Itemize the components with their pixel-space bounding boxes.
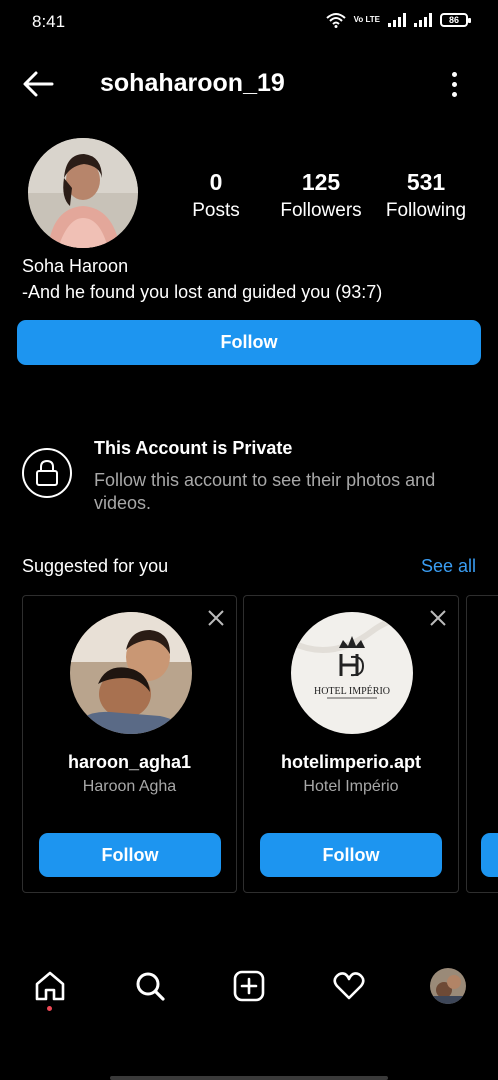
home-icon[interactable] [30,966,70,1006]
suggestion-username[interactable]: haroon_agha1 [23,752,236,773]
suggestion-full-name: Haroon Agha [82,778,177,795]
profile-tab-avatar [430,968,466,1004]
following-label: Following [385,200,467,221]
suggestion-avatar[interactable] [70,612,192,734]
followers-count: 125 [301,169,341,195]
suggestion-follow-button[interactable]: Follow [260,833,442,877]
profile-full-name: Soha Haroon [22,256,129,276]
signal-icon-1 [388,13,406,27]
search-icon[interactable] [130,966,170,1006]
suggestion-follow-button[interactable]: Follow [39,833,221,877]
add-post-icon[interactable] [229,966,269,1006]
battery-icon: 86 [440,13,471,27]
private-account-notice: This Account is Private Follow this acco… [22,438,482,518]
suggestion-card-partial[interactable] [466,595,498,893]
profile-tab[interactable] [428,966,468,1006]
suggestion-card[interactable]: haroon_agha1 Haroon Agha Follow [22,595,237,893]
signal-icon-2 [414,13,432,27]
suggested-title: Suggested for you [22,556,169,576]
suggestion-full-name: Hotel Império [303,778,399,795]
more-options-icon[interactable] [440,66,468,102]
activity-heart-icon[interactable] [329,966,369,1006]
suggestion-avatar[interactable]: HOTEL IMPÉRIO [291,612,413,734]
profile-header: sohaharoon_19 [0,58,498,110]
stat-followers[interactable]: 125 Followers [276,168,366,226]
suggestion-follow-button-partial[interactable] [481,833,498,877]
stat-posts: 0 Posts [176,168,256,226]
status-time: 8:41 [32,12,66,31]
status-bar: 8:41 Vo LTE 86 [0,0,498,44]
follow-button[interactable]: Follow [17,320,481,365]
bottom-nav [0,958,498,1018]
following-count: 531 [406,169,446,195]
back-arrow-icon[interactable] [20,66,56,102]
close-icon[interactable] [206,608,226,628]
close-icon[interactable] [428,608,448,628]
private-description: Follow this account to see their photos … [94,470,436,513]
see-all-link[interactable]: See all [421,556,476,577]
gesture-bar [110,1076,388,1080]
private-title: This Account is Private [94,438,293,458]
status-icons: Vo LTE 86 [325,12,471,28]
wifi-icon [325,13,346,28]
profile-username: sohaharoon_19 [100,69,285,97]
lock-icon [22,448,72,498]
profile-avatar[interactable] [28,138,138,248]
suggestion-username[interactable]: hotelimperio.apt [244,752,458,773]
suggestion-card[interactable]: HOTEL IMPÉRIO hotelimperio.apt Hotel Imp… [243,595,459,893]
notification-dot [47,1006,52,1011]
hotel-logo-text: HOTEL IMPÉRIO [314,685,390,697]
volte-icon: Vo LTE [353,15,380,24]
posts-label: Posts [192,200,240,221]
followers-label: Followers [280,200,362,221]
posts-count: 0 [209,169,223,195]
stat-following[interactable]: 531 Following [380,168,472,226]
profile-bio: -And he found you lost and guided you (9… [22,282,383,302]
